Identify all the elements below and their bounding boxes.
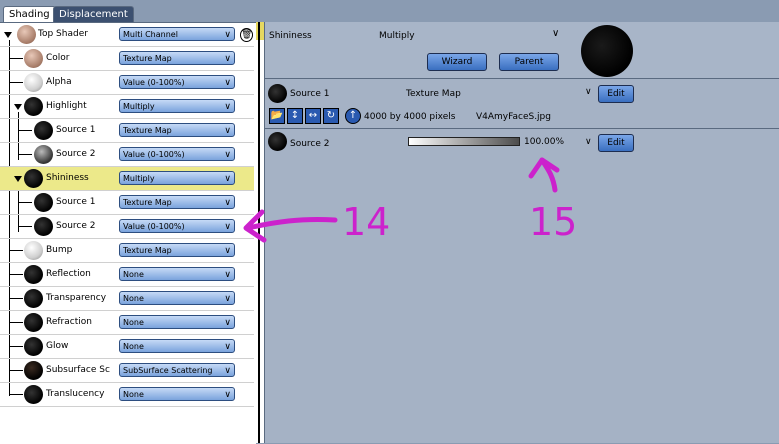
annotation-label-14: 14 <box>342 200 391 244</box>
annotation-arrow-14 <box>245 216 338 231</box>
annotation-label-15: 15 <box>529 200 578 244</box>
annotation-arrowhead-15 <box>528 157 560 179</box>
